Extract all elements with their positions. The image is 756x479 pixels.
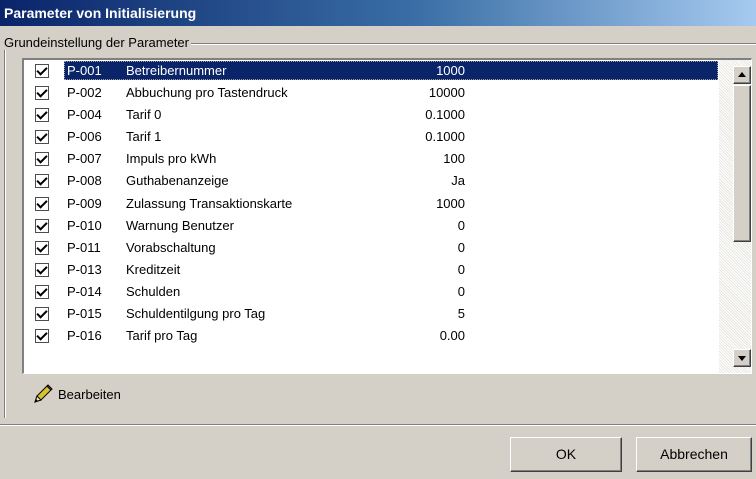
- parameter-value: 0.1000: [425, 129, 465, 145]
- parameter-value: 1000: [436, 195, 465, 211]
- parameter-row[interactable]: P-016 Tarif pro Tag 0.00: [24, 325, 719, 347]
- parameter-name: Schuldentilgung pro Tag: [126, 306, 266, 322]
- parameter-value: 0.00: [439, 328, 465, 344]
- window-title: Parameter von Initialisierung: [0, 0, 756, 26]
- pencil-icon: [34, 384, 53, 403]
- scroll-thumb[interactable]: [733, 85, 751, 242]
- parameter-value: 0: [457, 239, 465, 255]
- parameter-row[interactable]: P-013 Kreditzeit 0: [24, 259, 719, 281]
- edit-button[interactable]: Bearbeiten: [32, 382, 121, 406]
- parameter-row[interactable]: P-002 Abbuchung pro Tastendruck 10000: [24, 82, 719, 104]
- parameter-name: Vorabschaltung: [126, 239, 216, 255]
- parameter-row[interactable]: P-001 Betreibernummer 1000: [24, 60, 719, 82]
- parameter-code: P-007: [67, 151, 102, 167]
- parameter-code: P-008: [67, 173, 102, 189]
- parameter-code: P-006: [67, 129, 102, 145]
- parameter-row[interactable]: P-014 Schulden 0: [24, 281, 719, 303]
- parameter-list[interactable]: P-001 Betreibernummer 1000 P-002 Abbuchung p…: [22, 58, 752, 374]
- footer-separator: [0, 424, 756, 426]
- parameter-row[interactable]: P-008 Guthabenanzeige Ja: [24, 170, 719, 192]
- parameter-value: 0: [457, 283, 465, 299]
- parameter-name: Warnung Benutzer: [126, 217, 234, 233]
- edit-label: Bearbeiten: [58, 386, 121, 402]
- groupbox-label: Grundeinstellung der Parameter: [2, 35, 191, 50]
- parameter-name: Zulassung Transaktionskarte: [126, 195, 293, 211]
- scroll-up-button[interactable]: [733, 66, 751, 84]
- parameter-value: Ja: [451, 173, 465, 189]
- parameter-name: Tarif 0: [126, 107, 162, 123]
- cancel-button[interactable]: Abbrechen: [636, 437, 752, 472]
- ok-button[interactable]: OK: [510, 437, 622, 472]
- parameter-checkbox[interactable]: [35, 152, 49, 167]
- parameter-rows: P-001 Betreibernummer 1000 P-002 Abbuchung p…: [24, 60, 719, 347]
- parameter-checkbox[interactable]: [35, 196, 49, 211]
- parameter-checkbox[interactable]: [35, 108, 49, 123]
- parameter-name: Tarif pro Tag: [126, 328, 198, 344]
- parameter-checkbox[interactable]: [35, 86, 49, 101]
- parameter-checkbox[interactable]: [35, 240, 49, 255]
- parameter-name: Impuls pro kWh: [126, 151, 217, 167]
- parameter-row[interactable]: P-006 Tarif 1 0.1000: [24, 126, 719, 148]
- parameter-value: 10000: [428, 85, 465, 101]
- parameter-code: P-002: [67, 85, 102, 101]
- parameter-checkbox[interactable]: [35, 307, 49, 322]
- parameter-row[interactable]: P-010 Warnung Benutzer 0: [24, 215, 719, 237]
- parameter-value: 0.1000: [425, 107, 465, 123]
- parameter-value: 0: [457, 217, 465, 233]
- parameter-checkbox[interactable]: [35, 284, 49, 299]
- parameter-row[interactable]: P-007 Impuls pro kWh 100: [24, 148, 719, 170]
- parameter-name: Kreditzeit: [126, 261, 181, 277]
- parameter-value: 0: [457, 261, 465, 277]
- parameter-row[interactable]: P-009 Zulassung Transaktionskarte 1000: [24, 193, 719, 215]
- parameter-checkbox[interactable]: [35, 174, 49, 189]
- parameter-code: P-014: [67, 283, 102, 299]
- parameter-code: P-004: [67, 107, 102, 123]
- parameter-row[interactable]: P-011 Vorabschaltung 0: [24, 237, 719, 259]
- parameter-name: Schulden: [126, 283, 181, 299]
- parameter-name: Tarif 1: [126, 129, 162, 145]
- parameter-code: P-009: [67, 195, 102, 211]
- parameter-name: Abbuchung pro Tastendruck: [126, 85, 288, 101]
- parameter-code: P-013: [67, 261, 102, 277]
- scroll-down-button[interactable]: [733, 349, 751, 367]
- parameter-name: Betreibernummer: [126, 63, 227, 78]
- parameter-code: P-010: [67, 217, 102, 233]
- parameter-checkbox[interactable]: [35, 64, 49, 78]
- arrow-down-icon: [738, 356, 746, 361]
- parameter-checkbox[interactable]: [35, 218, 49, 233]
- parameter-checkbox[interactable]: [35, 130, 49, 145]
- parameter-code: P-016: [67, 328, 102, 344]
- parameter-value: 5: [457, 306, 465, 322]
- parameter-checkbox[interactable]: [35, 262, 49, 277]
- parameter-value: 100: [443, 151, 465, 167]
- parameter-code: P-015: [67, 306, 102, 322]
- parameter-checkbox[interactable]: [35, 329, 49, 344]
- arrow-up-icon: [738, 72, 746, 77]
- parameter-row[interactable]: P-004 Tarif 0 0.1000: [24, 104, 719, 126]
- vertical-scrollbar[interactable]: [719, 60, 751, 373]
- parameter-code: P-001: [67, 63, 102, 78]
- parameter-name: Guthabenanzeige: [126, 173, 229, 189]
- parameter-row[interactable]: P-015 Schuldentilgung pro Tag 5: [24, 303, 719, 325]
- parameter-code: P-011: [67, 239, 101, 255]
- parameter-value: 1000: [436, 63, 465, 78]
